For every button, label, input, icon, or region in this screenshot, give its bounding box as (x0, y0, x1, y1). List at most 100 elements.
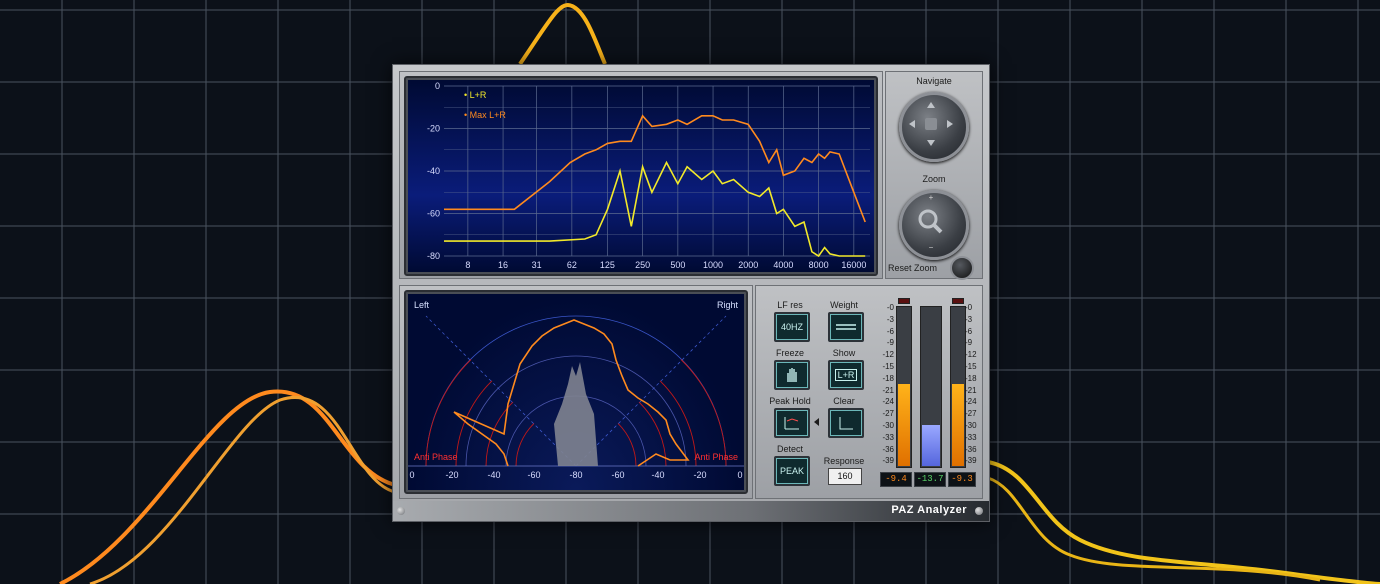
zoom-knob[interactable]: + − (899, 190, 969, 260)
meter-center-value: -13.7 (914, 472, 946, 487)
peak-hold-label: Peak Hold (769, 396, 811, 406)
anti-phase-arc-left (515, 423, 535, 467)
stereo-x-tick: 0 (737, 470, 742, 480)
meter-scale-label: -18 (965, 373, 977, 383)
response-label: Response (823, 456, 865, 466)
zoom-label: Zoom (922, 174, 946, 184)
spectrum-y-tick: -80 (427, 251, 440, 261)
spectrum-x-tick: 1000 (703, 260, 723, 270)
meter-scale-label: -0 (886, 303, 894, 312)
spectrum-x-tick: 2000 (738, 260, 758, 270)
spectrum-panel: 8 16 31 62 125 250 500 1000 2000 4000 8000 16000 0 -2… (399, 71, 883, 279)
anti-phase-left-label: Anti Phase (414, 452, 458, 462)
bg-curve (987, 460, 1380, 584)
equals-icon (836, 324, 856, 330)
screw-right-icon (975, 507, 983, 515)
meter-scale-label: -27 (882, 409, 894, 419)
controls-panel: LF res 40HZ Weight Freeze Show L+R Peak … (755, 285, 983, 499)
clear-button[interactable] (828, 408, 864, 438)
meter-left (896, 306, 912, 468)
meter-scale-label: -9 (965, 338, 973, 348)
stereo-center-shape (554, 362, 598, 466)
freeze-button[interactable] (774, 360, 810, 390)
meter-scale-label: -39 (965, 456, 977, 466)
spectrum-x-tick: 31 (532, 260, 542, 270)
spectrum-x-tick: 250 (635, 260, 650, 270)
right-label: Right (716, 300, 738, 310)
series-line-max-l-r (444, 114, 866, 223)
meter-right-value: -9.3 (948, 472, 976, 487)
weight-button[interactable] (828, 312, 864, 342)
meter-scale-label: -9 (886, 338, 894, 348)
spectrum-x-tick: 8000 (809, 260, 829, 270)
stereo-x-tick: -20 (693, 470, 706, 480)
meter-scale-label: -15 (965, 362, 977, 371)
meter-left-peak (898, 298, 910, 304)
bg-curve (987, 476, 1321, 582)
spectrum-y-tick: -40 (427, 166, 440, 176)
meter-scale-label: -33 (965, 432, 977, 442)
stereo-x-tick: -60 (611, 470, 624, 480)
freeze-label: Freeze (775, 348, 804, 358)
meter-scale-label: -18 (882, 373, 894, 383)
meter-center (920, 306, 942, 468)
meter-left-fill (898, 383, 910, 466)
meter-scale-label: -6 (965, 326, 973, 336)
screw-left-icon (397, 507, 405, 515)
meter-right (950, 306, 966, 468)
spectrum-x-tick: 8 (465, 260, 470, 270)
legend-entry: • Max L+R (464, 110, 506, 120)
meter-center-fill (922, 424, 940, 466)
meter-scale-label: -30 (882, 421, 894, 430)
peak-hold-icon (784, 417, 799, 430)
brand-name: PAZ Analyzer (891, 504, 967, 516)
meter-scale-label: -3 (965, 314, 973, 324)
spectrum-x-tick: 4000 (773, 260, 793, 270)
bg-curve (89, 396, 396, 584)
meter-scale-right: -0 -3 -6 -9 -12 -15 -18 -21 -24 -27 -30 -33 -36 -39 (965, 303, 985, 473)
lf-res-button[interactable]: 40HZ (774, 312, 810, 342)
spectrum-graph: 8 16 31 62 125 250 500 1000 2000 4000 8000 16000 0 -2… (427, 81, 870, 270)
spectrum-y-tick: -60 (427, 209, 440, 219)
stereo-x-tick: -20 (445, 470, 458, 480)
meter-scale-label: -0 (965, 303, 973, 312)
meter-scale-label: -36 (965, 444, 977, 454)
anti-phase-arc-right (617, 423, 637, 467)
detect-label: Detect (776, 444, 803, 454)
meter-scale-label: -12 (882, 350, 894, 360)
spectrum-x-tick: 125 (600, 260, 615, 270)
meter-scale-label: -27 (965, 409, 977, 419)
show-button[interactable]: L+R (828, 360, 864, 390)
meter-right-peak (952, 298, 964, 304)
peak-hold-arrow-icon (814, 418, 819, 426)
anti-phase-arc-left (425, 359, 472, 467)
stereo-x-tick: -40 (651, 470, 664, 480)
stereo-left-axis (425, 315, 577, 467)
navigate-label: Navigate (916, 76, 952, 86)
anti-phase-right-label: Anti Phase (694, 452, 738, 462)
meter-left-value: -9.4 (880, 472, 912, 487)
svg-text:+: + (929, 193, 934, 202)
hand-icon (787, 368, 797, 382)
stereo-x-tick: -60 (527, 470, 540, 480)
response-value[interactable]: 160 (828, 468, 862, 485)
meter-scale-label: -3 (886, 314, 894, 324)
spectrum-y-tick: -20 (427, 124, 440, 134)
spectrum-x-tick: 16 (498, 260, 508, 270)
clear-icon (839, 417, 853, 430)
title-bar: PAZ Analyzer (393, 501, 989, 521)
reset-zoom-button[interactable] (950, 256, 974, 280)
arrows-icon (909, 102, 953, 146)
meter-scale-label: -30 (965, 421, 977, 430)
stereo-x-tick: -80 (569, 470, 582, 480)
stereo-panel: 0 -20 -40 -60 -80 -60 -40 -20 0 Left Right Anti … (399, 285, 753, 499)
navigate-knob[interactable] (899, 92, 969, 162)
detect-button[interactable]: PEAK (774, 456, 810, 486)
nav-panel: Navigate Zoom + − Reset Zoom (885, 71, 983, 280)
bg-curve (59, 389, 396, 584)
peak-hold-button[interactable] (774, 408, 810, 438)
show-value: L+R (834, 369, 858, 381)
clear-label: Clear (833, 396, 855, 406)
bg-curve (518, 2, 607, 66)
meter-scale-label: -33 (882, 432, 894, 442)
